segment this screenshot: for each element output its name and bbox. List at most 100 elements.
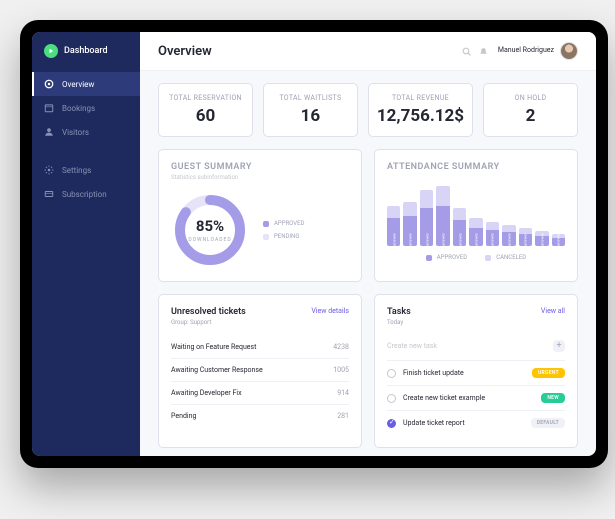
- task-name: Update ticket report: [403, 419, 524, 427]
- task-name: Create new ticket example: [403, 394, 534, 402]
- sidebar-item-bookings[interactable]: Bookings: [32, 96, 140, 120]
- stat-label: TOTAL REVENUE: [377, 94, 464, 102]
- attendance-legend: APPROVED CANCELED: [387, 254, 565, 261]
- stat-card[interactable]: TOTAL RESERVATION 60: [158, 83, 253, 137]
- attendance-title: ATTENDANCE SUMMARY: [387, 162, 565, 172]
- ticket-count: 914: [337, 389, 349, 397]
- ticket-row[interactable]: Awaiting Developer Fix 914: [171, 381, 349, 404]
- guest-downloaded-label: DOWNLOADED: [188, 237, 231, 243]
- tickets-meta: Group: Support: [171, 319, 246, 326]
- bar-label: answer: [391, 233, 396, 246]
- bar-canceled: [486, 222, 499, 230]
- legend-label: APPROVED: [274, 220, 304, 227]
- tasks-title: Tasks: [387, 307, 411, 317]
- task-checkbox[interactable]: [387, 394, 396, 403]
- guest-subtitle: Statistics subinformation: [171, 174, 349, 181]
- bar-canceled: [420, 190, 433, 208]
- avatar: [560, 42, 578, 60]
- legend-item: PENDING: [263, 233, 304, 240]
- legend-label: CANCELED: [496, 254, 526, 261]
- tasks-meta: Today: [387, 319, 411, 326]
- legend-dot-icon: [485, 255, 491, 261]
- task-badge: URGENT: [532, 368, 565, 378]
- guest-title: GUEST SUMMARY: [171, 162, 349, 172]
- guest-legend: APPROVED PENDING: [263, 220, 304, 240]
- tasks-panel: Tasks Today View all Create new task + F…: [374, 294, 578, 448]
- sidebar-item-subscription[interactable]: Subscription: [32, 182, 140, 206]
- task-checkbox[interactable]: [387, 369, 396, 378]
- page-title: Overview: [158, 44, 212, 59]
- sidebar-item-overview[interactable]: Overview: [32, 72, 140, 96]
- tickets-view-details-link[interactable]: View details: [311, 307, 349, 315]
- task-row: Create new ticket example NEW: [387, 385, 565, 410]
- stat-label: ON HOLD: [492, 94, 569, 102]
- brand-logo-icon: [44, 44, 58, 58]
- bar-label: answer: [408, 233, 413, 246]
- sidebar-item-settings[interactable]: Settings: [32, 158, 140, 182]
- task-create-placeholder: Create new task: [387, 342, 437, 350]
- sidebar-item-visitors[interactable]: Visitors: [32, 120, 140, 144]
- bookings-icon: [44, 103, 54, 113]
- ticket-count: 281: [337, 412, 349, 420]
- visitors-icon: [44, 127, 54, 137]
- search-icon[interactable]: [462, 47, 471, 56]
- stat-card[interactable]: TOTAL WAITLISTS 16: [263, 83, 358, 137]
- user-name: Manuel Rodriguez: [498, 47, 554, 55]
- task-row: Finish ticket update URGENT: [387, 360, 565, 385]
- sidebar-item-label: Subscription: [62, 190, 107, 199]
- bar-label: answer: [457, 233, 462, 246]
- tickets-title: Unresolved tickets: [171, 307, 246, 317]
- task-badge: NEW: [541, 393, 565, 403]
- stat-value: 2: [492, 106, 569, 126]
- settings-icon: [44, 165, 54, 175]
- header-right: Manuel Rodriguez: [462, 42, 578, 60]
- stat-value: 16: [272, 106, 349, 126]
- stat-card[interactable]: ON HOLD 2: [483, 83, 578, 137]
- header: Overview Manuel Rodriguez: [140, 32, 596, 71]
- bar-label: answer: [473, 233, 478, 246]
- attendance-bar: answer: [387, 206, 400, 246]
- stat-card[interactable]: TOTAL REVENUE 12,756.12$: [368, 83, 473, 137]
- ticket-row[interactable]: Waiting on Feature Request 4238: [171, 336, 349, 358]
- bar-canceled: [469, 218, 482, 228]
- sidebar-item-label: Bookings: [62, 104, 95, 113]
- ticket-count: 4238: [333, 343, 349, 351]
- task-create-row: Create new task +: [387, 334, 565, 358]
- attendance-panel: ATTENDANCE SUMMARY answer answer answer …: [374, 149, 578, 282]
- guest-percent: 85%: [196, 217, 224, 235]
- ticket-row[interactable]: Awaiting Customer Response 1005: [171, 358, 349, 381]
- legend-item: CANCELED: [485, 254, 526, 261]
- attendance-chart: answer answer answer answer answer answe…: [387, 186, 565, 246]
- ticket-list: Waiting on Feature Request 4238 Awaiting…: [171, 336, 349, 427]
- task-name: Finish ticket update: [403, 369, 525, 377]
- attendance-bar: answer: [469, 218, 482, 246]
- bar-label: answer: [556, 233, 561, 246]
- brand-name: Dashboard: [64, 46, 108, 56]
- legend-item: APPROVED: [426, 254, 467, 261]
- task-row: Update ticket report DEFAULT: [387, 410, 565, 435]
- guest-summary-panel: GUEST SUMMARY Statistics subinformation …: [158, 149, 362, 282]
- sidebar: Dashboard Overview Bookings Visitors Set…: [32, 32, 140, 456]
- bar-canceled: [502, 225, 515, 232]
- tasks-view-all-link[interactable]: View all: [541, 307, 565, 315]
- bar-canceled: [403, 202, 416, 216]
- guest-donut-chart: 85% DOWNLOADED: [171, 191, 249, 269]
- ticket-row[interactable]: Pending 281: [171, 404, 349, 427]
- task-checkbox[interactable]: [387, 419, 396, 428]
- ticket-name: Waiting on Feature Request: [171, 343, 256, 351]
- bar-label: answer: [441, 233, 446, 246]
- add-task-button[interactable]: +: [553, 340, 565, 352]
- task-list: Finish ticket update URGENT Create new t…: [387, 360, 565, 435]
- overview-icon: [44, 79, 54, 89]
- stat-label: TOTAL WAITLISTS: [272, 94, 349, 102]
- subscription-icon: [44, 189, 54, 199]
- user[interactable]: Manuel Rodriguez: [498, 42, 578, 60]
- tablet-frame: Dashboard Overview Bookings Visitors Set…: [20, 20, 608, 468]
- legend-label: APPROVED: [437, 254, 467, 261]
- bell-icon[interactable]: [479, 47, 488, 56]
- stat-value: 60: [167, 106, 244, 126]
- ticket-count: 1005: [333, 366, 349, 374]
- bar-canceled: [436, 186, 449, 206]
- stats-row: TOTAL RESERVATION 60 TOTAL WAITLISTS 16 …: [158, 83, 578, 137]
- legend-dot-icon: [263, 221, 269, 227]
